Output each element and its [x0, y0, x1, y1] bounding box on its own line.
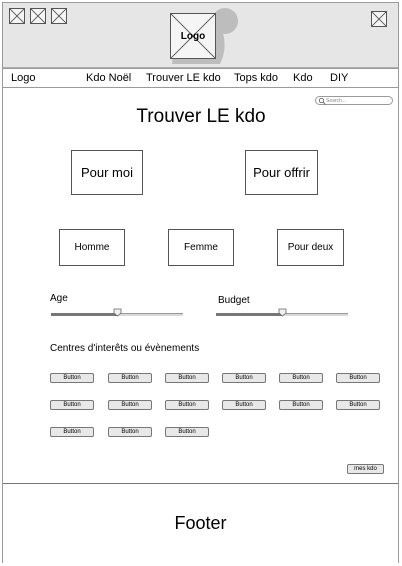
interest-button[interactable]: Button: [336, 373, 380, 383]
interest-button[interactable]: Button: [50, 373, 94, 383]
nav-item-trouver-le-kdo[interactable]: Trouver LE kdo: [146, 72, 221, 84]
pour-deux-button[interactable]: Pour deux: [277, 229, 344, 266]
interest-button[interactable]: Button: [279, 400, 323, 410]
age-slider[interactable]: [51, 308, 183, 319]
budget-label: Budget: [218, 295, 250, 306]
mes-kdo-button[interactable]: mes kdo: [347, 464, 384, 474]
interest-button[interactable]: Button: [108, 373, 152, 383]
image-placeholder-icon: [9, 8, 25, 24]
image-placeholder-icon: [51, 8, 67, 24]
nav-item-diy[interactable]: DIY: [330, 72, 348, 84]
interest-button[interactable]: Button: [165, 373, 209, 383]
budget-slider-thumb[interactable]: [278, 308, 287, 317]
nav-item-kdo[interactable]: Kdo: [293, 72, 313, 84]
pour-offrir-button[interactable]: Pour offrir: [245, 150, 318, 195]
search-icon: [318, 97, 326, 105]
interest-button[interactable]: Button: [165, 427, 209, 437]
search-input[interactable]: Search...: [315, 96, 393, 105]
femme-button[interactable]: Femme: [168, 229, 234, 266]
interest-button[interactable]: Button: [50, 427, 94, 437]
budget-slider[interactable]: [216, 308, 348, 319]
pour-moi-button[interactable]: Pour moi: [71, 150, 143, 195]
interest-button[interactable]: Button: [222, 400, 266, 410]
page-title: Trouver LE kdo: [136, 106, 266, 127]
interest-button[interactable]: Button: [165, 400, 209, 410]
image-placeholder-icon: [371, 11, 387, 27]
interest-button[interactable]: Button: [108, 400, 152, 410]
interest-button[interactable]: Button: [50, 400, 94, 410]
logo-label: Logo: [180, 30, 206, 42]
interests-label: Centres d'interêts ou évènements: [50, 343, 200, 354]
footer: Footer: [3, 483, 398, 563]
nav-bar: Logo Kdo Noël Trouver LE kdo Tops kdo Kd…: [3, 68, 398, 88]
age-slider-fill: [51, 313, 117, 316]
nav-item-kdo-noel[interactable]: Kdo Noël: [86, 72, 131, 84]
age-slider-thumb[interactable]: [113, 308, 122, 317]
budget-slider-fill: [216, 313, 282, 316]
image-placeholder-icon: [30, 8, 46, 24]
footer-label: Footer: [174, 513, 227, 533]
nav-item-tops-kdo[interactable]: Tops kdo: [234, 72, 278, 84]
search-placeholder: Search...: [326, 98, 347, 104]
interest-button[interactable]: Button: [222, 373, 266, 383]
logo[interactable]: Logo: [170, 13, 216, 59]
interest-button[interactable]: Button: [336, 400, 380, 410]
age-label: Age: [50, 293, 68, 304]
nav-item-logo[interactable]: Logo: [11, 72, 35, 84]
interest-button[interactable]: Button: [108, 427, 152, 437]
homme-button[interactable]: Homme: [59, 229, 125, 266]
interest-button[interactable]: Button: [279, 373, 323, 383]
